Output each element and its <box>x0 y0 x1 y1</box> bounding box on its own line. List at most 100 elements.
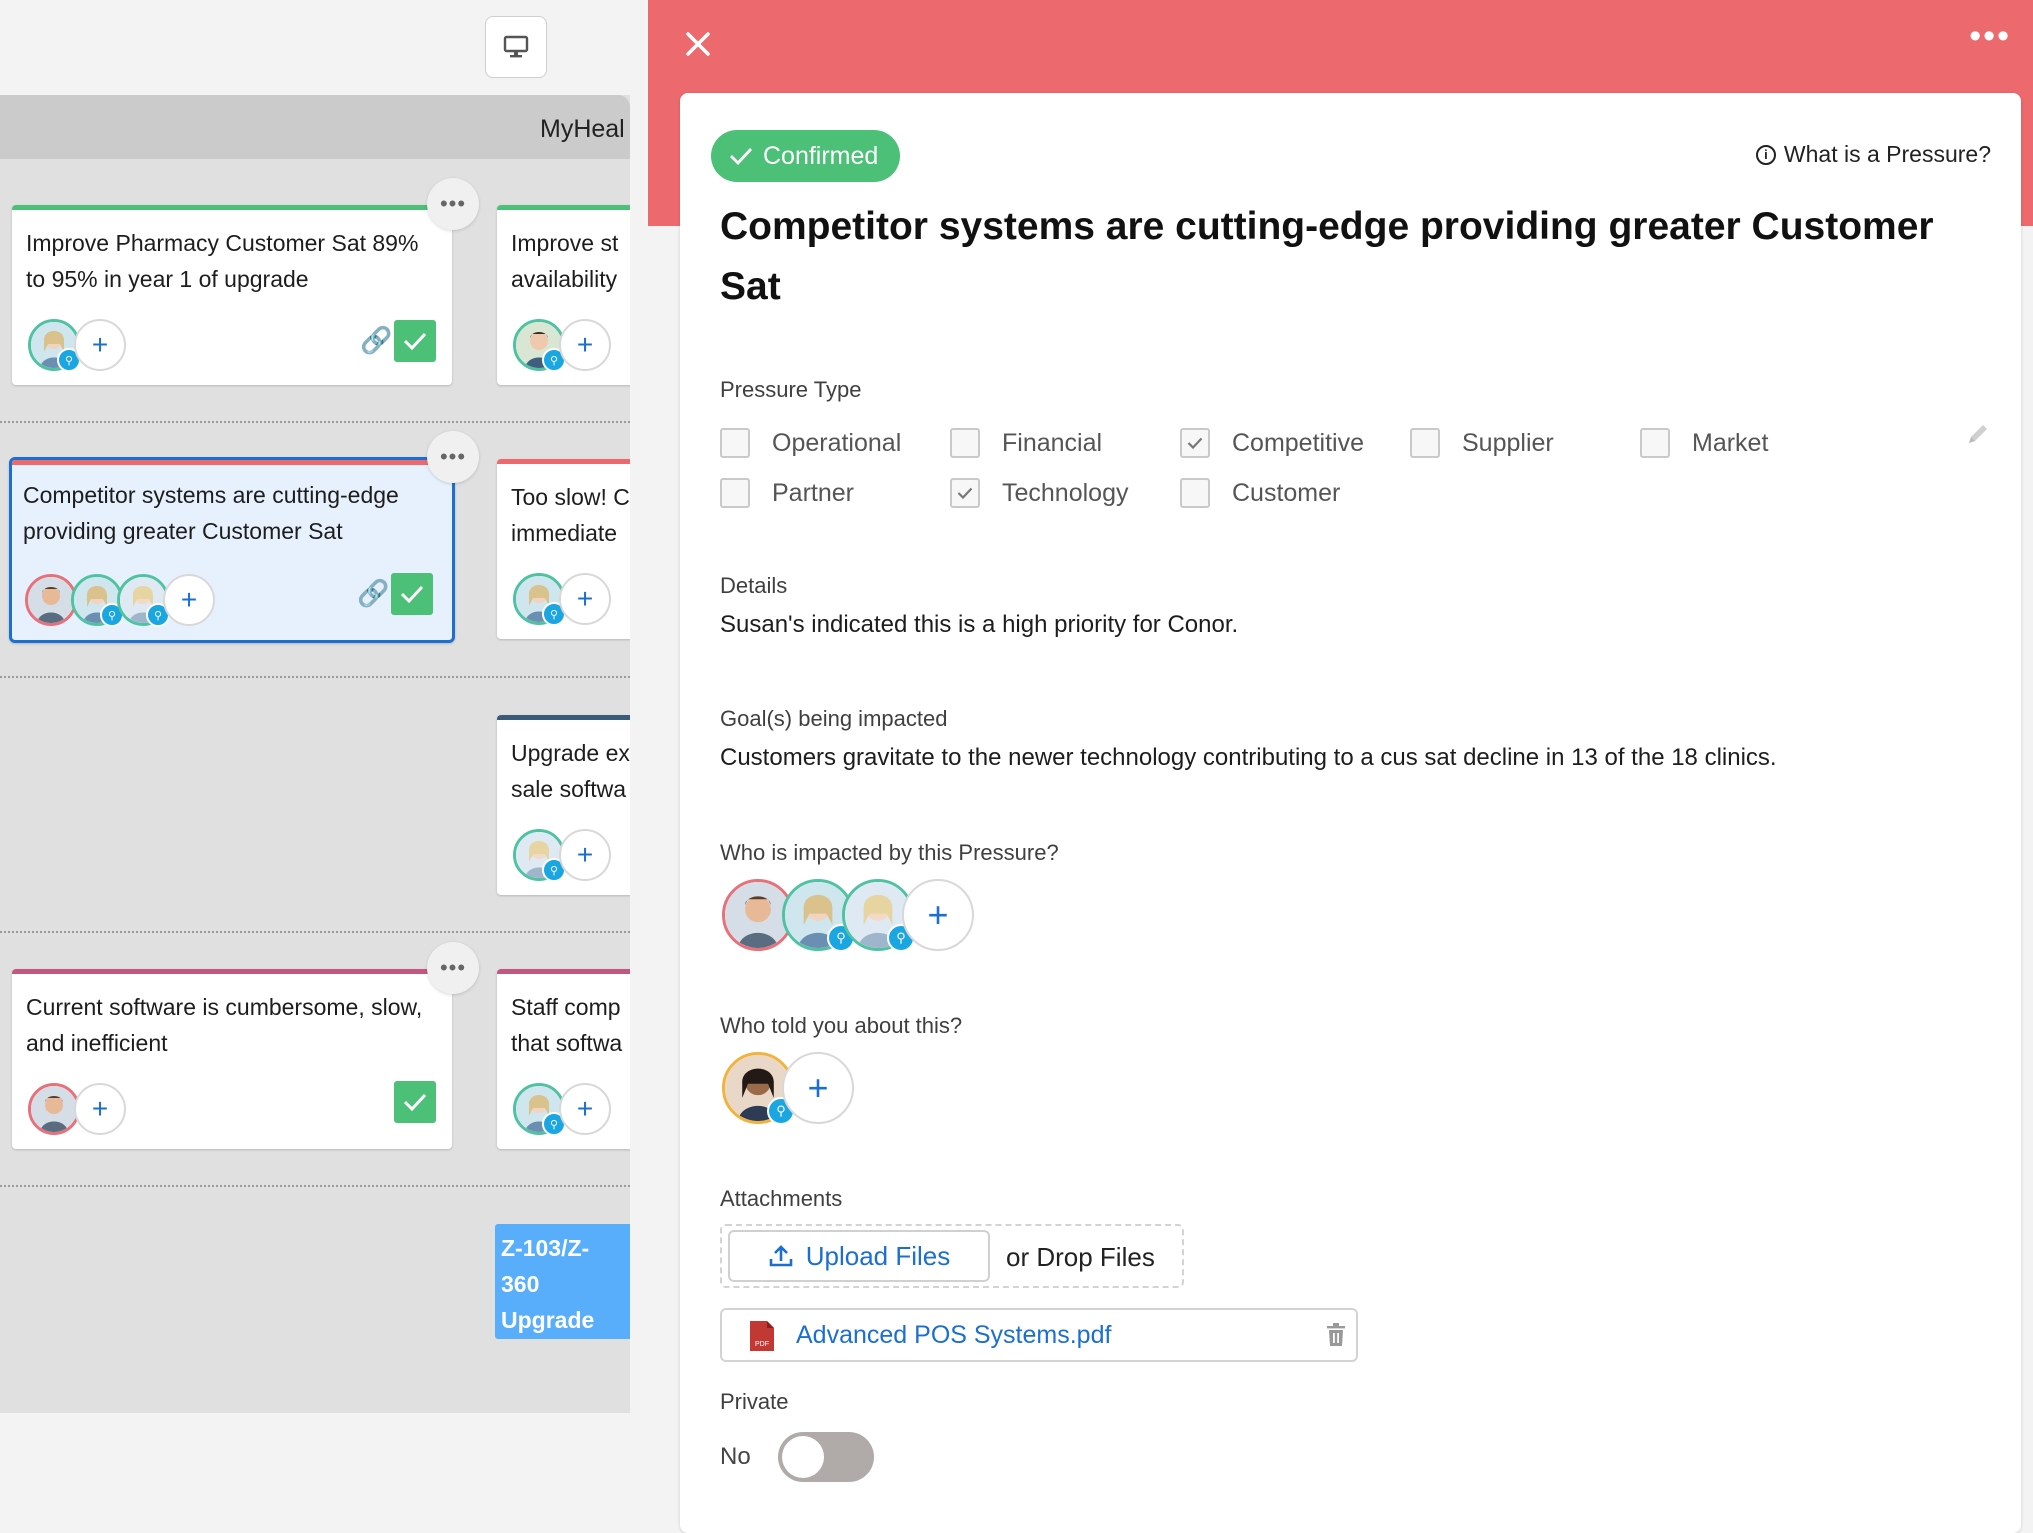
card-text: Improve Pharmacy Customer Sat 89% to 95%… <box>26 230 419 292</box>
avatar[interactable]: ⚲ <box>513 319 566 372</box>
attachments-label: Attachments <box>720 1186 843 1211</box>
checkbox-financial[interactable]: Financial <box>950 428 1102 458</box>
add-person-button[interactable]: + <box>163 574 215 626</box>
avatar[interactable]: ⚲ <box>117 574 170 627</box>
present-mode-button[interactable] <box>485 16 547 78</box>
upload-files-button[interactable]: Upload Files <box>728 1230 990 1282</box>
project-card[interactable]: Z-103/Z-360 Upgrade Lic <box>495 1224 630 1339</box>
card-more-button[interactable]: ••• <box>427 431 479 483</box>
checkbox-partner[interactable]: Partner <box>720 478 854 508</box>
paperclip-icon[interactable]: 🔗 <box>360 325 392 356</box>
close-button[interactable] <box>678 24 718 64</box>
row-divider <box>0 931 630 933</box>
lane-title: MyHeal <box>540 115 625 143</box>
checkbox-label: Supplier <box>1462 428 1554 457</box>
goal-card[interactable]: Staff comp that softwa ⚲ + <box>497 969 630 1149</box>
source-people: ⚲ + <box>722 1052 854 1125</box>
close-icon <box>686 32 710 56</box>
checkbox-box <box>950 428 980 458</box>
trash-icon[interactable] <box>1324 1322 1348 1348</box>
checkmark-icon <box>957 487 973 499</box>
checkbox-box <box>720 478 750 508</box>
paperclip-icon[interactable]: 🔗 <box>357 578 389 609</box>
pressure-type-label: Pressure Type <box>720 377 862 402</box>
avatar[interactable]: ⚲ <box>28 319 81 372</box>
add-person-button[interactable]: + <box>559 573 611 625</box>
checkbox-box <box>1640 428 1670 458</box>
checkbox-supplier[interactable]: Supplier <box>1410 428 1554 458</box>
attachment-file-name[interactable]: Advanced POS Systems.pdf <box>796 1321 1111 1350</box>
lane-header: MyHeal <box>0 95 630 159</box>
attachment-item[interactable]: PDF Advanced POS Systems.pdf <box>720 1308 1358 1362</box>
row-divider <box>0 421 630 423</box>
upload-files-label: Upload Files <box>805 1240 951 1271</box>
toggle-knob <box>782 1436 824 1478</box>
checkbox-box <box>1180 478 1210 508</box>
checkbox-box <box>1180 428 1210 458</box>
more-options-icon[interactable]: ••• <box>1969 19 2011 53</box>
checkbox-label: Partner <box>772 478 854 507</box>
avatar[interactable] <box>28 1083 80 1135</box>
pencil-icon[interactable] <box>1965 421 1991 447</box>
checkbox-label: Competitive <box>1232 428 1364 457</box>
pressure-detail-panel: ••• Confirmed i What is a Pressure? Comp… <box>648 0 2033 1533</box>
row-divider <box>0 1185 630 1187</box>
card-text: Staff comp that softwa <box>511 994 623 1056</box>
add-person-button[interactable]: + <box>782 1052 854 1124</box>
add-person-button[interactable]: + <box>559 1083 611 1135</box>
goal-card-selected[interactable]: Competitor systems are cutting-edge prov… <box>9 457 455 643</box>
status-label: Confirmed <box>763 141 879 170</box>
add-person-button[interactable]: + <box>559 319 611 371</box>
card-text: Z-103/Z-360 Upgrade Lic <box>501 1235 595 1333</box>
avatar[interactable]: ⚲ <box>513 829 566 882</box>
pdf-badge: PDF <box>755 1341 769 1348</box>
drop-files-label: or Drop Files <box>1006 1242 1155 1272</box>
goal-card[interactable]: Improve Pharmacy Customer Sat 89% to 95%… <box>12 205 452 385</box>
checkbox-market[interactable]: Market <box>1640 428 1768 458</box>
impacted-people: ⚲ ⚲ + <box>722 879 974 952</box>
board-area: MyHeal Improve Pharmacy Customer Sat 89%… <box>0 0 648 1517</box>
told-label: Who told you about this? <box>720 1013 963 1038</box>
card-text: Too slow! C immediate <box>511 484 630 546</box>
row-divider <box>0 676 630 678</box>
goal-card[interactable]: Improve st availability ⚲ + <box>497 205 630 385</box>
avatar[interactable]: ⚲ <box>513 573 566 626</box>
goal-card[interactable]: Current software is cumbersome, slow, an… <box>12 969 452 1149</box>
file-drop-zone[interactable]: Upload Files or Drop Files <box>720 1224 1184 1288</box>
checkbox-operational[interactable]: Operational <box>720 428 901 458</box>
avatar[interactable]: ⚲ <box>71 574 124 627</box>
checkbox-competitive[interactable]: Competitive <box>1180 428 1364 458</box>
checkmark-icon[interactable] <box>394 1081 436 1123</box>
add-person-button[interactable]: + <box>74 319 126 371</box>
avatar[interactable]: ⚲ <box>513 1083 566 1136</box>
checkbox-box <box>720 428 750 458</box>
goals-label: Goal(s) being impacted <box>720 706 948 731</box>
private-value: No <box>720 1443 751 1470</box>
status-badge[interactable]: Confirmed <box>711 130 901 182</box>
impacted-label: Who is impacted by this Pressure? <box>720 840 1059 865</box>
upload-icon <box>769 1245 793 1267</box>
help-link[interactable]: i What is a Pressure? <box>1755 141 1991 168</box>
card-more-button[interactable]: ••• <box>427 942 479 994</box>
monitor-icon <box>503 35 529 58</box>
add-person-button[interactable]: + <box>559 829 611 881</box>
card-text: Competitor systems are cutting-edge prov… <box>23 482 399 544</box>
add-person-button[interactable]: + <box>902 879 974 951</box>
card-text: Improve st availability <box>511 230 619 292</box>
goals-value: Customers gravitate to the newer technol… <box>720 744 1777 771</box>
checkmark-icon[interactable] <box>391 573 433 615</box>
checkbox-technology[interactable]: Technology <box>950 478 1128 508</box>
checkbox-customer[interactable]: Customer <box>1180 478 1340 508</box>
goal-card[interactable]: Too slow! C immediate ⚲ + <box>497 459 630 639</box>
checkbox-label: Customer <box>1232 478 1341 507</box>
checkbox-label: Market <box>1692 428 1769 457</box>
avatar[interactable] <box>25 574 77 626</box>
card-more-button[interactable]: ••• <box>427 178 479 230</box>
checkmark-icon <box>730 148 753 165</box>
card-text: Upgrade ex sale softwa <box>511 740 630 802</box>
add-person-button[interactable]: + <box>74 1083 126 1135</box>
goal-card[interactable]: Upgrade ex sale softwa ⚲ + <box>497 715 630 895</box>
private-toggle[interactable] <box>778 1432 874 1482</box>
checkmark-icon[interactable] <box>394 320 436 362</box>
details-value: Susan's indicated this is a high priorit… <box>720 611 1239 638</box>
